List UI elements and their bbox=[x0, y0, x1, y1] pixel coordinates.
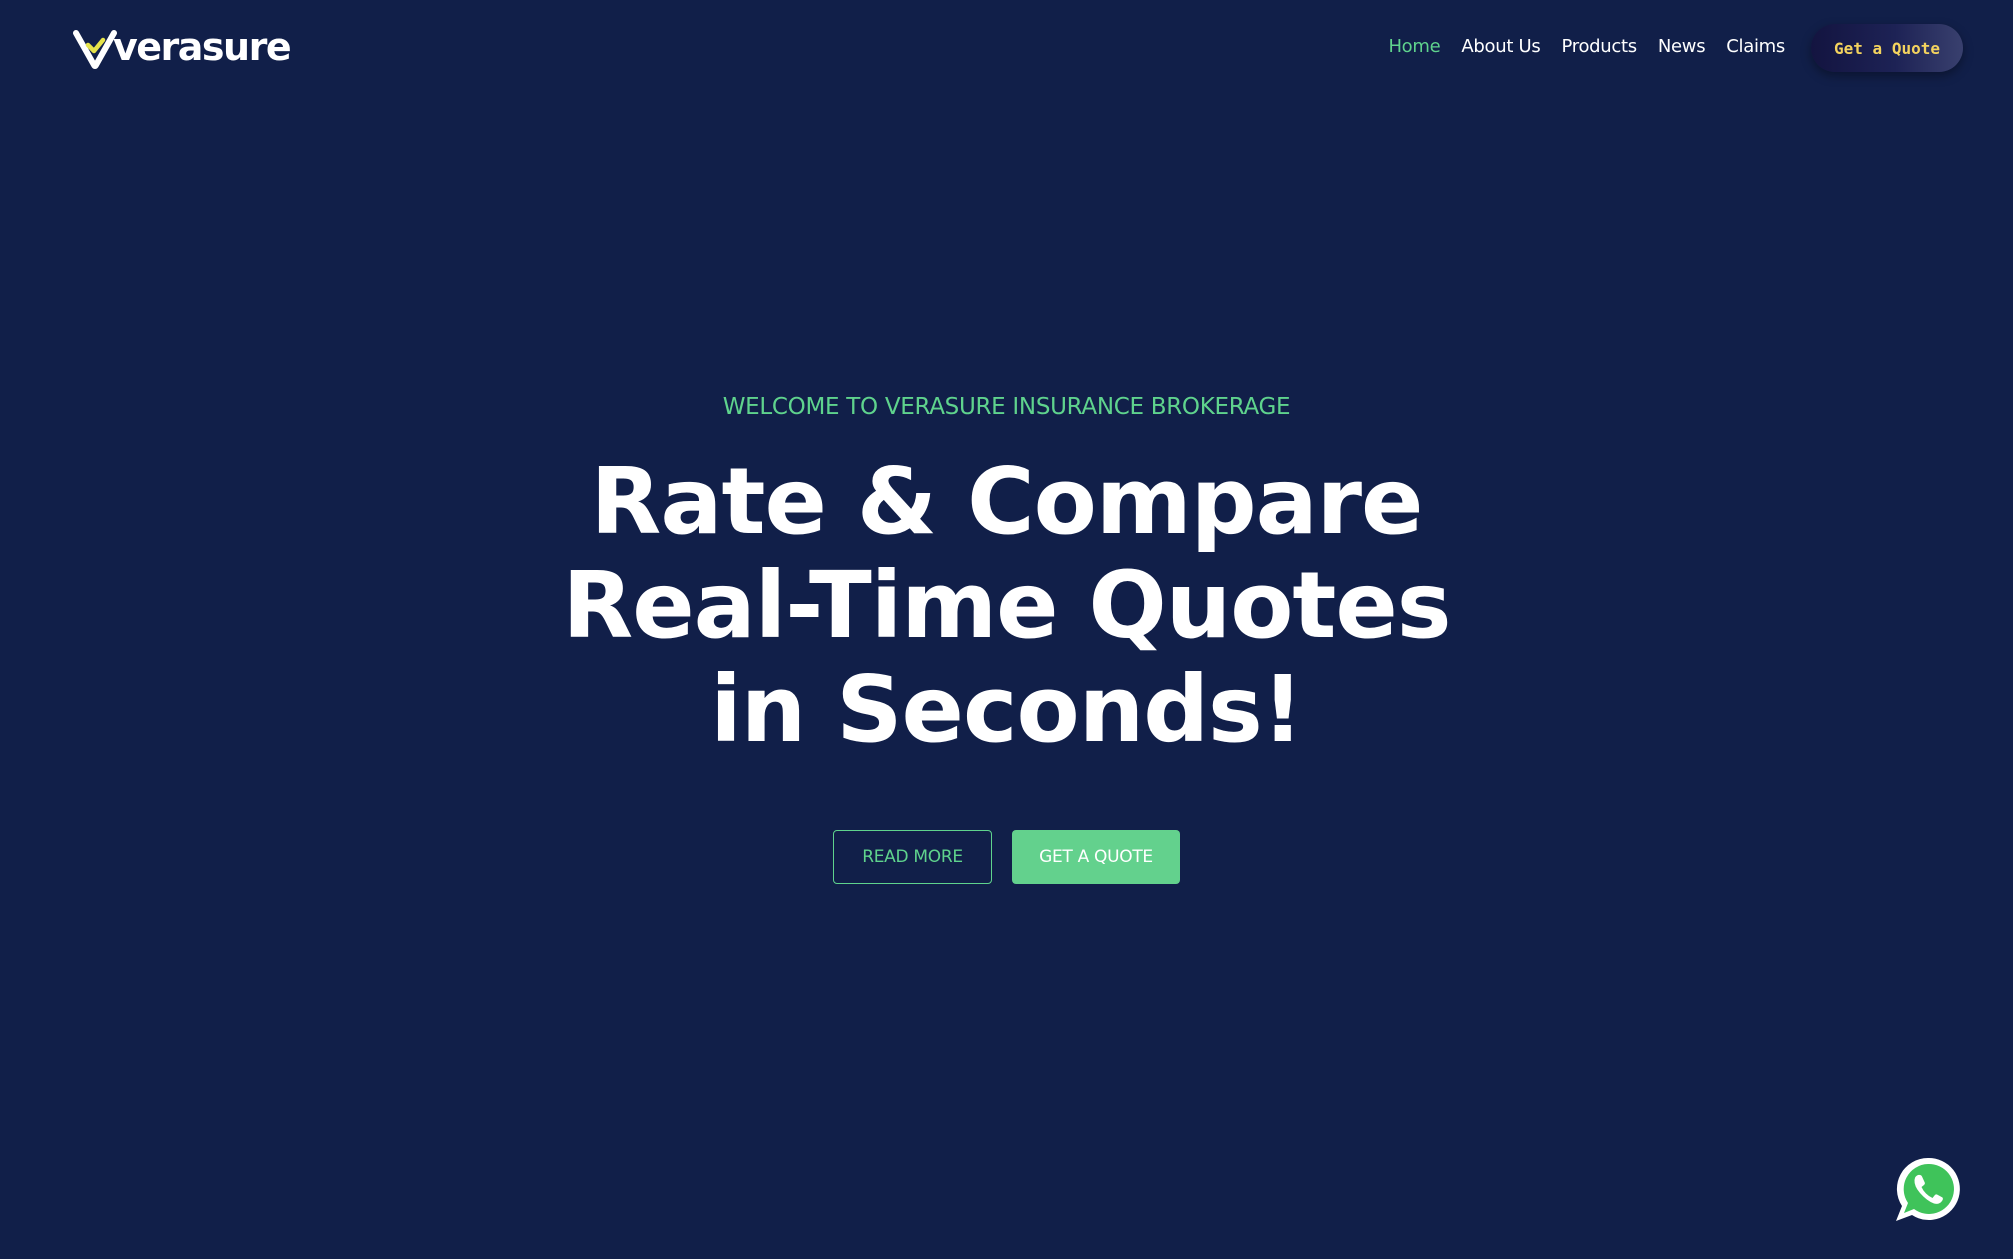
site-header: verasure Home About Us Products News Cla… bbox=[0, 0, 2013, 96]
hero-headline: Rate & Compare Real-Time Quotes in Secon… bbox=[0, 450, 2013, 762]
nav-home[interactable]: Home bbox=[1388, 33, 1440, 61]
hero-section: WELCOME TO VERASURE INSURANCE BROKERAGE … bbox=[0, 388, 2013, 884]
get-a-quote-header-button[interactable]: Get a Quote bbox=[1811, 24, 1963, 72]
page: verasure Home About Us Products News Cla… bbox=[0, 0, 2013, 1259]
logo-text: verasure bbox=[113, 25, 292, 69]
whatsapp-icon bbox=[1896, 1157, 1960, 1221]
read-more-button[interactable]: READ MORE bbox=[833, 830, 992, 884]
whatsapp-button[interactable] bbox=[1893, 1155, 1963, 1225]
logo[interactable]: verasure bbox=[73, 24, 292, 70]
shield-check-icon bbox=[73, 30, 117, 69]
get-a-quote-button[interactable]: GET A QUOTE bbox=[1012, 830, 1180, 884]
nav-products[interactable]: Products bbox=[1562, 33, 1638, 61]
nav-claims[interactable]: Claims bbox=[1726, 33, 1785, 61]
hero-headline-line-3: in Seconds! bbox=[710, 656, 1304, 763]
hero-headline-line-2: Real-Time Quotes bbox=[562, 552, 1451, 659]
nav-news[interactable]: News bbox=[1658, 33, 1706, 61]
main-nav: Home About Us Products News Claims bbox=[1388, 33, 1785, 61]
get-a-quote-header-label: Get a Quote bbox=[1834, 38, 1940, 58]
hero-cta-row: READ MORE GET A QUOTE bbox=[0, 830, 2013, 884]
hero-headline-line-1: Rate & Compare bbox=[590, 448, 1424, 555]
hero-eyebrow: WELCOME TO VERASURE INSURANCE BROKERAGE bbox=[722, 394, 1291, 420]
nav-about-us[interactable]: About Us bbox=[1461, 33, 1540, 61]
